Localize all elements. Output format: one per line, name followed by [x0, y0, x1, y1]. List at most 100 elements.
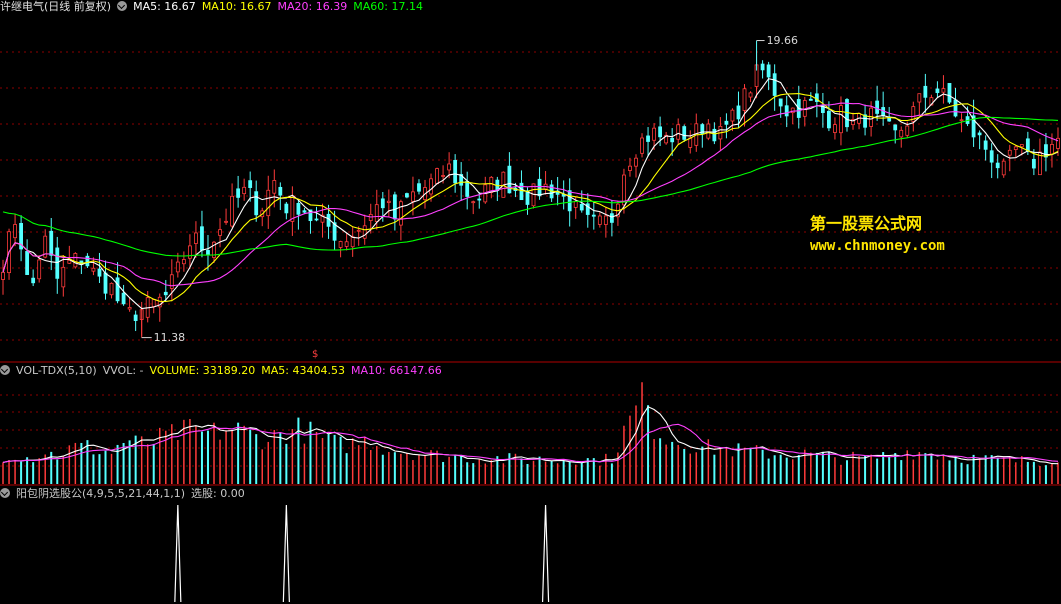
candle-body — [603, 215, 608, 225]
candle-body — [808, 98, 813, 101]
candle-body — [477, 198, 482, 201]
volume-bar — [894, 452, 897, 484]
candle-body — [91, 267, 96, 272]
candle-body — [115, 277, 120, 302]
volume-bar — [785, 457, 788, 484]
ma10-readout: MA10: 16.67 — [201, 0, 272, 13]
candle-body — [374, 204, 379, 222]
volume-readout: VOLUME: 33189.20 — [149, 364, 256, 377]
candle-body — [169, 274, 174, 289]
candle-body — [218, 229, 222, 236]
volume-bar — [924, 453, 927, 484]
candle-body — [628, 165, 632, 171]
candle-body — [730, 109, 735, 122]
candle-body — [833, 124, 837, 133]
signal-panel-header: 阳包阴选股公(4,9,5,5,21,44,1,1) 选股: 0.00 — [0, 487, 251, 501]
volume-bar — [592, 458, 595, 484]
candle-body — [61, 266, 66, 288]
volume-bar — [954, 456, 957, 484]
candle-body — [242, 186, 247, 195]
high-price-label: 19.66 — [766, 33, 799, 47]
volume-bar — [279, 432, 282, 484]
volume-bar — [526, 463, 529, 484]
candle-body — [706, 123, 711, 139]
volume-bar — [773, 455, 776, 484]
candle-body — [236, 188, 241, 198]
volume-bar — [876, 458, 879, 484]
settings-icon[interactable] — [117, 1, 128, 11]
candle-body — [447, 163, 452, 171]
candlesticks[interactable] — [1, 40, 1060, 339]
ma60-readout: MA60: 17.14 — [353, 0, 423, 13]
volume-bar — [98, 454, 101, 484]
candle-body — [905, 125, 910, 136]
volume-bar — [104, 450, 107, 484]
candle-body — [567, 190, 572, 212]
panel-title[interactable]: 许继电气(日线 前复权) — [0, 0, 111, 13]
volume-bar — [580, 462, 583, 484]
candle-body — [622, 174, 626, 206]
volume-bar — [200, 431, 203, 484]
candle-body — [435, 168, 439, 185]
volume-bar — [1026, 461, 1029, 484]
volume-bar — [888, 456, 891, 484]
volume-bars[interactable] — [2, 382, 1059, 484]
volume-bar — [966, 464, 969, 484]
volume-bar — [297, 417, 300, 484]
volume-ma-lines — [2, 406, 1059, 465]
volume-bar — [285, 443, 288, 484]
candle-body — [658, 126, 663, 138]
signal-indicator-title[interactable]: 阳包阴选股公(4,9,5,5,21,44,1,1) — [16, 487, 185, 500]
candle-body — [85, 255, 90, 267]
candle-body — [272, 180, 277, 194]
vvol-readout: VVOL: - — [102, 364, 144, 377]
candle-body — [688, 137, 693, 148]
volume-bar — [206, 430, 209, 484]
volume-bar — [333, 434, 336, 484]
settings-icon[interactable] — [0, 488, 10, 498]
candle-body — [31, 277, 36, 284]
volume-ma10-line — [2, 423, 1059, 463]
volume-bar — [713, 454, 716, 484]
volume-bar — [538, 456, 541, 484]
signal-spike — [174, 504, 182, 603]
candle-body — [784, 105, 789, 117]
volume-bar — [845, 460, 848, 484]
volume-bar — [20, 461, 23, 484]
volume-bar — [508, 453, 511, 484]
chart-canvas — [0, 40, 1061, 603]
volume-bar — [472, 463, 475, 484]
candle-body — [429, 178, 433, 195]
volume-bar — [327, 434, 330, 484]
candle-body — [766, 64, 771, 78]
candle-body — [1031, 158, 1036, 169]
dollar-marker: $ — [312, 349, 319, 360]
candle-body — [151, 299, 156, 307]
candle-body — [163, 291, 168, 296]
candle-body — [392, 194, 397, 220]
low-price-label: 11.38 — [153, 330, 186, 344]
candle-body — [760, 63, 765, 71]
volume-bar — [152, 443, 155, 484]
candle-body — [1050, 144, 1054, 155]
candle-body — [579, 203, 584, 211]
candle-body — [55, 247, 60, 279]
volume-bar — [255, 434, 258, 484]
candle-body — [772, 73, 777, 96]
candle-body — [917, 93, 922, 103]
candle-body — [899, 129, 904, 138]
settings-icon[interactable] — [0, 365, 10, 375]
moving-average-lines — [2, 78, 1059, 310]
volume-indicator-title[interactable]: VOL-TDX(5,10) — [16, 364, 97, 377]
candle-body — [266, 189, 271, 217]
candle-body — [206, 250, 210, 256]
candle-body — [441, 175, 445, 177]
watermark-url: www.chnmoney.com — [810, 238, 945, 254]
volume-bar — [550, 460, 553, 484]
candle-body — [983, 140, 988, 150]
candle-body — [362, 225, 367, 239]
volume-bar — [393, 452, 396, 484]
candle-body — [947, 83, 952, 103]
candle-body — [465, 181, 470, 197]
candle-body — [356, 229, 361, 232]
